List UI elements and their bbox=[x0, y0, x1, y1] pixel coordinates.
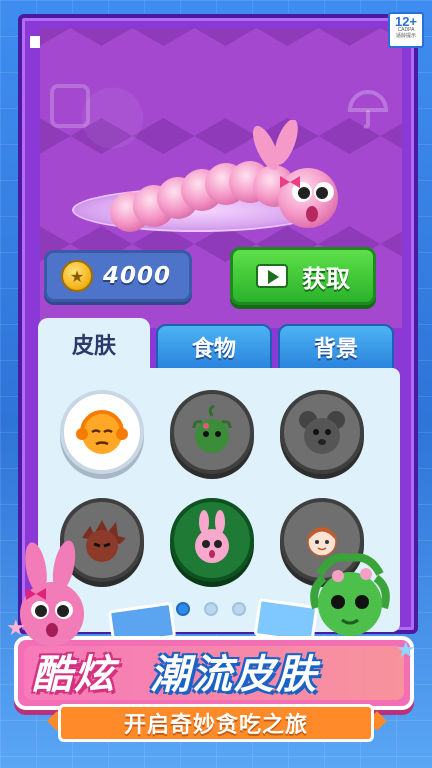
banner-title-right: 潮流皮肤 bbox=[150, 652, 318, 698]
get-coins-button[interactable]: 获取 bbox=[230, 247, 376, 305]
tab-food[interactable]: 食物 bbox=[156, 324, 272, 370]
page-dot-1[interactable] bbox=[176, 602, 190, 616]
age-rating-value: 12+ bbox=[394, 14, 418, 29]
coin-icon: ★ bbox=[61, 260, 93, 292]
gray-mouse-icon bbox=[299, 411, 345, 454]
orange-headphone-face-icon bbox=[76, 410, 128, 454]
page-dot-3[interactable] bbox=[232, 602, 246, 616]
pink-bunny-icon bbox=[195, 510, 229, 563]
skin-slot-3[interactable] bbox=[280, 390, 364, 474]
pagination-dots bbox=[176, 602, 246, 616]
green-medusa-mascot-icon bbox=[310, 553, 390, 636]
page-dot-2[interactable] bbox=[204, 602, 218, 616]
category-tabs: 皮肤 食物 背景 bbox=[38, 318, 394, 370]
skin-slot-1[interactable] bbox=[60, 390, 144, 474]
skin-slot-5[interactable] bbox=[170, 498, 254, 582]
coin-balance: ★ 4000 bbox=[44, 250, 192, 302]
banner-title-left: 酷炫 bbox=[32, 652, 116, 698]
age-rating-label: 适龄提示 bbox=[395, 33, 416, 39]
pink-snake-icon bbox=[110, 120, 338, 232]
decorative-star-icon-right: ★ bbox=[396, 638, 416, 663]
decorative-star-icon: ★ bbox=[6, 616, 26, 641]
get-button-label: 获取 bbox=[302, 264, 350, 293]
green-vine-monster-icon bbox=[192, 404, 232, 453]
banner-subtitle: 开启奇妙贪吃之旅 bbox=[58, 704, 374, 742]
tab-background[interactable]: 背景 bbox=[278, 324, 394, 370]
age-rating-badge: 12+ CADPA 适龄提示 bbox=[388, 12, 424, 48]
video-play-icon bbox=[256, 264, 288, 288]
skin-slot-2[interactable] bbox=[170, 390, 254, 474]
coin-amount: 4000 bbox=[103, 263, 172, 289]
tab-skin[interactable]: 皮肤 bbox=[38, 318, 150, 370]
